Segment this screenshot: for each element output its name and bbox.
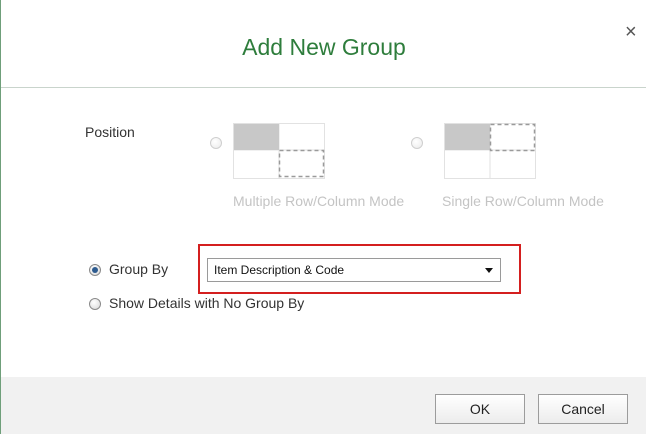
no-group-by-label[interactable]: Show Details with No Group By [109, 295, 304, 311]
group-by-select[interactable]: Item Description & Code [207, 258, 501, 282]
multiple-row-column-radio[interactable] [210, 137, 222, 149]
close-icon[interactable]: × [625, 22, 637, 42]
group-by-select-value: Item Description & Code [214, 263, 345, 277]
group-by-label[interactable]: Group By [109, 261, 168, 277]
no-group-by-radio[interactable] [89, 298, 101, 310]
multiple-row-column-label: Multiple Row/Column Mode [233, 193, 405, 209]
ok-button[interactable]: OK [435, 394, 525, 424]
single-row-column-icon [444, 123, 536, 179]
dialog-title: Add New Group [242, 34, 406, 60]
group-by-radio[interactable] [89, 264, 101, 276]
multiple-row-column-icon [233, 123, 325, 179]
single-row-column-radio[interactable] [411, 137, 423, 149]
position-label: Position [85, 124, 135, 140]
dialog-header: Add New Group × [1, 0, 646, 88]
cancel-button[interactable]: Cancel [538, 394, 628, 424]
add-new-group-dialog: Add New Group × Position Multiple Row/Co… [0, 0, 646, 434]
chevron-down-icon [485, 268, 493, 273]
single-row-column-label: Single Row/Column Mode [442, 193, 604, 209]
